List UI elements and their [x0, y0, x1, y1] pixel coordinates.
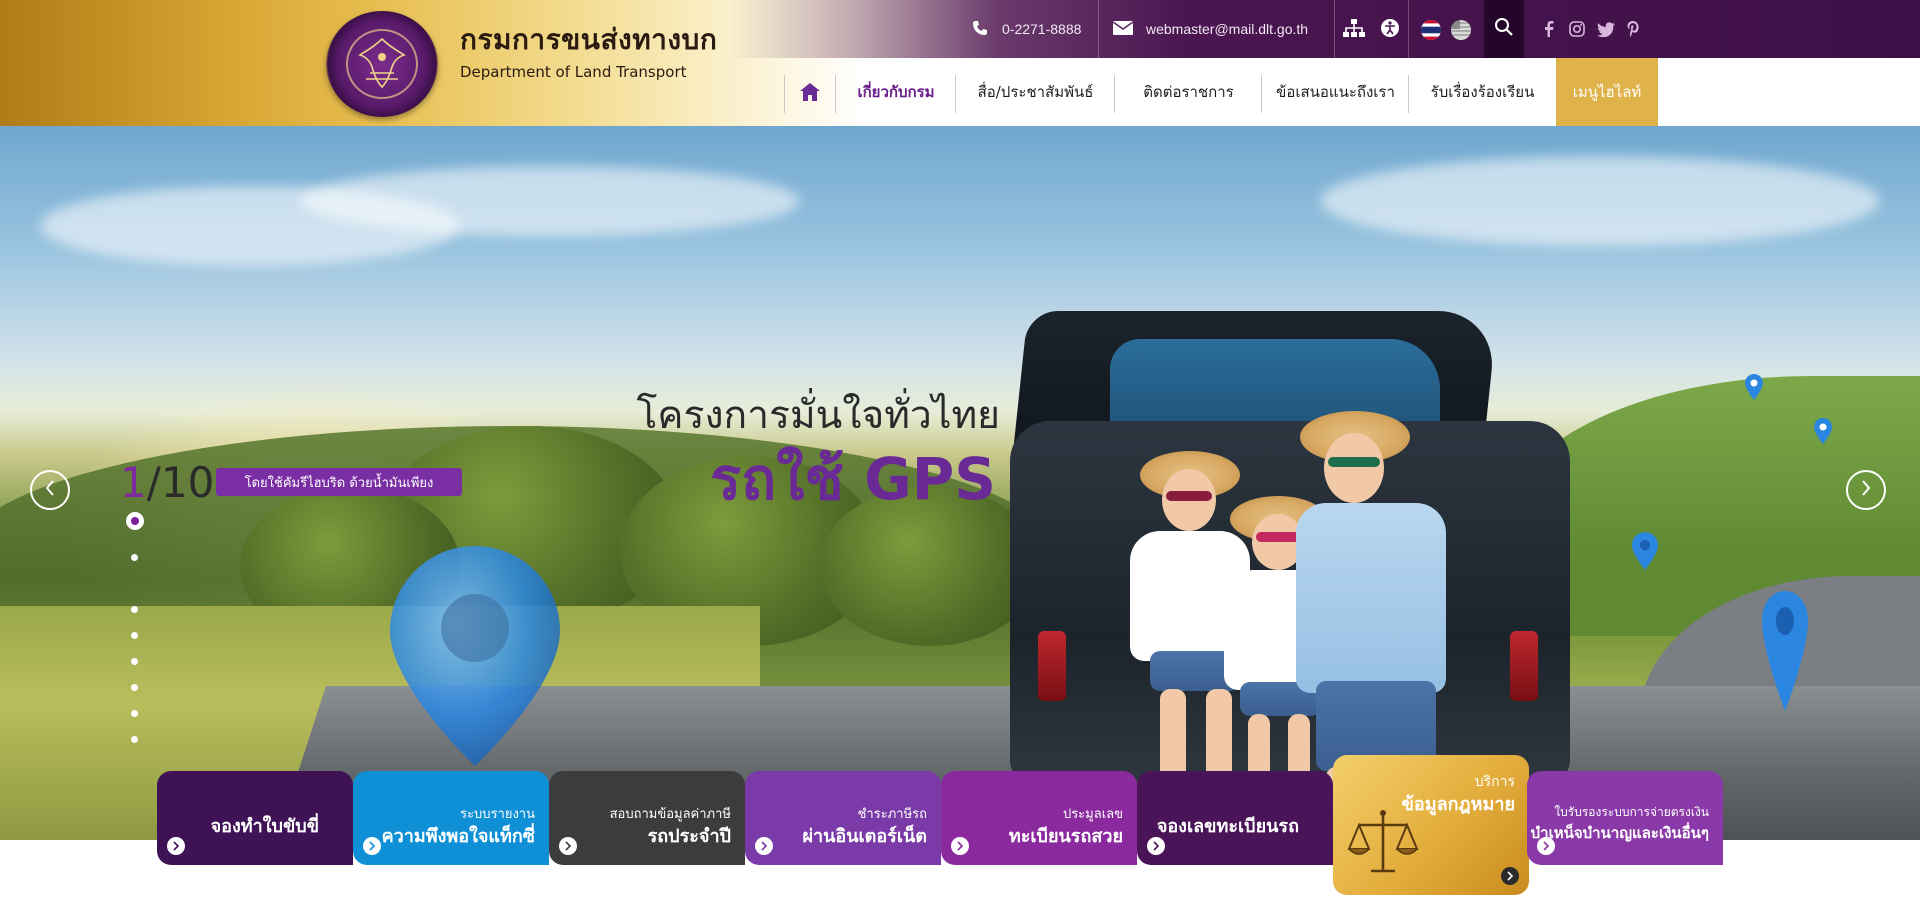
english-flag-icon[interactable] [1451, 20, 1471, 40]
slide-counter-total: /10 [146, 458, 215, 507]
arrow-right-icon [951, 837, 969, 855]
accessibility-icon [1380, 18, 1400, 41]
arrow-right-icon [167, 837, 185, 855]
service-tile-plate-reservation[interactable]: จองเลขทะเบียนรถ [1137, 771, 1333, 865]
search-icon [1494, 17, 1514, 41]
slide-dot[interactable] [131, 658, 138, 665]
slide-dot[interactable] [131, 684, 138, 691]
service-tile-online-tax-payment[interactable]: ชำระภาษีรถ ผ่านอินเตอร์เน็ต [745, 771, 941, 865]
email-address: webmaster@mail.dlt.go.th [1146, 21, 1309, 37]
slide-dot[interactable] [131, 606, 138, 613]
service-tile-pension-certificate[interactable]: ใบรับรองระบบการจ่ายตรงเงิน บำเหน็จบำนาญแ… [1527, 771, 1723, 865]
twitter-icon[interactable] [1596, 20, 1616, 38]
topbar-divider [1408, 0, 1409, 58]
sitemap-icon [1342, 18, 1366, 41]
instagram-icon[interactable] [1568, 20, 1586, 38]
arrow-right-icon [559, 837, 577, 855]
slide-counter-current: 1 [120, 458, 147, 507]
slide-tag: โดยใช้คัมรีไฮบริด ด้วยน้ำมันเพียง [216, 468, 462, 496]
arrow-right-icon [1537, 837, 1555, 855]
nav-item-complaints[interactable]: รับเรื่องร้องเรียน [1409, 58, 1556, 126]
cloud [300, 166, 800, 236]
chevron-right-icon [1860, 479, 1872, 501]
service-tile-plate-auction[interactable]: ประมูลเลข ทะเบียนรถสวย [941, 771, 1137, 865]
nav-item-contact[interactable]: ติดต่อราชการ [1115, 58, 1262, 126]
gps-pin-icon [1745, 374, 1763, 404]
service-title: ผ่านอินเตอร์เน็ต [802, 826, 927, 847]
nav-item-media[interactable]: สื่อ/ประชาสัมพันธ์ [956, 58, 1115, 126]
scales-icon [1343, 805, 1423, 889]
facebook-icon[interactable] [1542, 20, 1556, 38]
slide-dot[interactable] [131, 736, 138, 743]
main-nav: เกี่ยวกับกรม สื่อ/ประชาสัมพันธ์ ติดต่อรา… [836, 58, 1556, 126]
arrow-right-icon [1501, 867, 1519, 885]
org-name-english: Department of Land Transport [460, 63, 687, 81]
slide-dot[interactable] [131, 710, 138, 717]
org-name-thai: กรมการขนส่งทางบก [460, 23, 718, 56]
slider-prev-button[interactable] [30, 470, 70, 510]
nav-item-feedback[interactable]: ข้อเสนอแนะถึงเรา [1262, 58, 1409, 126]
gps-pin-icon [390, 546, 560, 770]
service-title: บำเหน็จบำนาญและเงินอื่นๆ [1530, 824, 1709, 842]
service-title: จองเลขทะเบียนรถ [1156, 816, 1299, 837]
accessibility-button[interactable] [1380, 0, 1400, 58]
slide-counter: 1/10 [120, 458, 214, 507]
gps-pin-icon [1814, 418, 1832, 448]
site-header: กรมการขนส่งทางบก Department of Land Tran… [0, 0, 1920, 126]
phone-number: 0-2271-8888 [1002, 21, 1082, 37]
nav-item-about[interactable]: เกี่ยวกับกรม [836, 58, 956, 126]
pinterest-icon[interactable] [1626, 20, 1640, 38]
service-tile-annual-tax-info[interactable]: สอบถามข้อมูลค่าภาษี รถประจำปี [549, 771, 745, 865]
sitemap-button[interactable] [1342, 0, 1366, 58]
thai-flag-icon[interactable] [1421, 20, 1441, 40]
gps-pin-icon [1762, 591, 1808, 715]
phone-link[interactable]: 0-2271-8888 [972, 0, 1081, 58]
cloud [1320, 156, 1880, 246]
slide-dot-active[interactable] [126, 512, 144, 530]
email-link[interactable]: webmaster@mail.dlt.go.th [1112, 0, 1308, 58]
gps-pin-icon [1632, 531, 1658, 575]
arrow-right-icon [755, 837, 773, 855]
dlt-logo-seal[interactable] [326, 11, 438, 117]
chevron-left-icon [44, 479, 56, 501]
slider-next-button[interactable] [1846, 470, 1886, 510]
slide-dot[interactable] [131, 554, 138, 561]
arrow-right-icon [363, 837, 381, 855]
service-subtitle: ใบรับรองระบบการจ่ายตรงเงิน [1554, 805, 1709, 819]
home-icon [799, 82, 821, 106]
search-button[interactable] [1484, 0, 1524, 58]
service-title: รถประจำปี [647, 826, 731, 847]
slide-title-line2: รถใช้ GPS [709, 445, 996, 513]
nav-highlight-menu[interactable]: เมนูไฮไลท์ [1556, 58, 1658, 126]
service-title: ทะเบียนรถสวย [1008, 826, 1123, 847]
nav-home-button[interactable] [784, 75, 836, 113]
service-tile-legal-info[interactable]: บริการ ข้อมูลกฎหมาย [1333, 755, 1529, 895]
arrow-right-icon [1147, 837, 1165, 855]
phone-icon [972, 20, 988, 39]
topbar-divider [1098, 0, 1099, 58]
service-title: ความพึงพอใจแท็กซี่ [381, 826, 535, 847]
topbar-divider [1334, 0, 1335, 58]
mail-icon [1112, 20, 1134, 39]
service-tile-driving-license[interactable]: จองทำใบขับขี่ [157, 771, 353, 865]
slide-dot[interactable] [131, 632, 138, 639]
hero-slider: โครงการมั่นใจทั่วไทย รถใช้ GPS 1/10 โดยใ… [0, 126, 1920, 840]
service-tile-taxi-satisfaction[interactable]: ระบบรายงาน ความพึงพอใจแท็กซี่ [353, 771, 549, 865]
service-title: จองทำใบขับขี่ [210, 816, 319, 837]
